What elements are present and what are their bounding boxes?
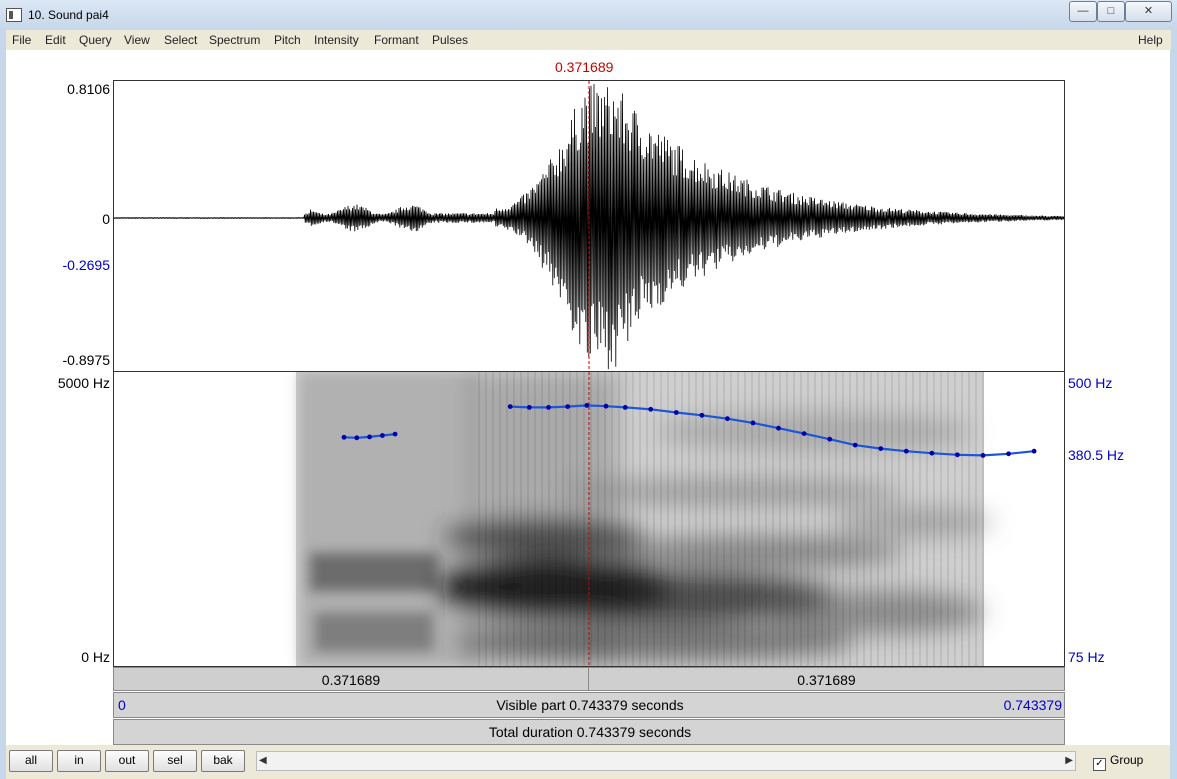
wave-cursor-value-label: -0.2695 (62, 257, 110, 273)
spec-fmax-label: 5000 Hz (57, 375, 110, 391)
menu-query[interactable]: Query (79, 33, 112, 47)
menu-intensity[interactable]: Intensity (314, 33, 359, 47)
menu-file[interactable]: File (12, 33, 31, 47)
pitch-point (367, 434, 372, 440)
pitch-point (673, 410, 679, 415)
horizontal-scrollbar[interactable]: ◀ ▶ (256, 751, 1076, 771)
pitch-point (929, 450, 935, 456)
pitch-max-label: 500 Hz (1068, 375, 1113, 391)
pitch-point (584, 403, 590, 408)
menu-pulses[interactable]: Pulses (432, 33, 468, 47)
pitch-point (648, 406, 654, 412)
zoom-in-button[interactable]: in (57, 750, 101, 772)
scroll-left-icon[interactable]: ◀ (259, 755, 267, 766)
time-left-segment[interactable]: 0.371689 (114, 668, 589, 690)
menu-spectrum[interactable]: Spectrum (209, 33, 260, 47)
wave-ymin-label: -0.8975 (62, 352, 110, 368)
pitch-cursor-label: 380.5 Hz (1068, 447, 1125, 463)
pitch-point (1006, 451, 1011, 457)
pitch-point (776, 425, 781, 431)
menu-edit[interactable]: Edit (45, 33, 66, 47)
group-checkbox[interactable]: ✓ (1093, 758, 1106, 771)
close-button[interactable]: ✕ (1125, 1, 1172, 22)
pitch-point (603, 403, 609, 409)
wave-ymax-label: 0.8106 (67, 81, 110, 97)
window-title: 10. Sound pai4 (28, 8, 109, 22)
bottom-toolbar: all in out sel bak ◀ ▶ ✓ Group (6, 745, 1170, 779)
pitch-point (699, 412, 705, 418)
waveform-plot (114, 81, 1064, 371)
spectrogram-plot (296, 372, 1037, 666)
pitch-point (801, 431, 807, 436)
group-toggle[interactable]: ✓ Group (1093, 753, 1143, 771)
pitch-point (546, 405, 551, 410)
visible-end: 0.743379 (1003, 697, 1062, 713)
minimize-button[interactable]: — (1069, 1, 1097, 22)
pitch-point (852, 442, 858, 448)
pitch-point (526, 405, 532, 410)
spec-fmin-label: 0 Hz (81, 649, 110, 665)
zoom-all-button[interactable]: all (9, 750, 53, 772)
visible-part-bar[interactable]: 0 Visible part 0.743379 seconds 0.743379 (113, 692, 1065, 718)
pitch-point (725, 416, 730, 422)
menu-pitch[interactable]: Pitch (274, 33, 301, 47)
window-border-right (1170, 30, 1177, 779)
zoom-sel-button[interactable]: sel (153, 750, 197, 772)
menu-help[interactable]: Help (1138, 33, 1163, 47)
menu-bar: File Edit Query View Select Spectrum Pit… (6, 30, 1171, 50)
pitch-point (878, 446, 884, 451)
cursor-time-bar[interactable]: 0.371689 0.371689 (113, 667, 1065, 691)
maximize-button[interactable]: □ (1097, 1, 1125, 22)
pitch-point (380, 433, 385, 438)
pitch-point (903, 448, 909, 454)
pitch-point (827, 436, 833, 442)
title-bar: 10. Sound pai4 — □ ✕ (0, 0, 1177, 31)
spectrogram-panel[interactable] (113, 372, 1065, 667)
time-right-segment[interactable]: 0.371689 (589, 668, 1064, 690)
menu-select[interactable]: Select (164, 33, 197, 47)
pitch-point (955, 452, 960, 458)
wave-zero-label: 0 (102, 211, 110, 227)
pitch-point (980, 453, 986, 458)
total-duration-label: Total duration 0.743379 seconds (488, 724, 692, 740)
zoom-out-button[interactable]: out (105, 750, 149, 772)
zoom-back-button[interactable]: bak (201, 750, 245, 772)
pitch-point (354, 435, 360, 441)
pitch-point (507, 404, 513, 409)
pitch-point (392, 431, 398, 437)
visible-part-label: Visible part 0.743379 seconds (496, 697, 684, 713)
menu-formant[interactable]: Formant (374, 33, 419, 47)
cursor-time-label: 0.371689 (555, 59, 614, 75)
group-label: Group (1110, 753, 1144, 767)
pitch-point (565, 404, 571, 409)
app-icon (6, 8, 22, 22)
waveform-panel[interactable] (113, 80, 1065, 372)
pitch-min-label: 75 Hz (1068, 649, 1105, 665)
menu-view[interactable]: View (124, 33, 150, 47)
pitch-point (1031, 448, 1037, 454)
total-duration-bar[interactable]: Total duration 0.743379 seconds (113, 719, 1065, 745)
pitch-point (750, 420, 756, 426)
pitch-point (622, 405, 628, 410)
pitch-point (341, 434, 347, 440)
scroll-right-icon[interactable]: ▶ (1065, 755, 1073, 766)
